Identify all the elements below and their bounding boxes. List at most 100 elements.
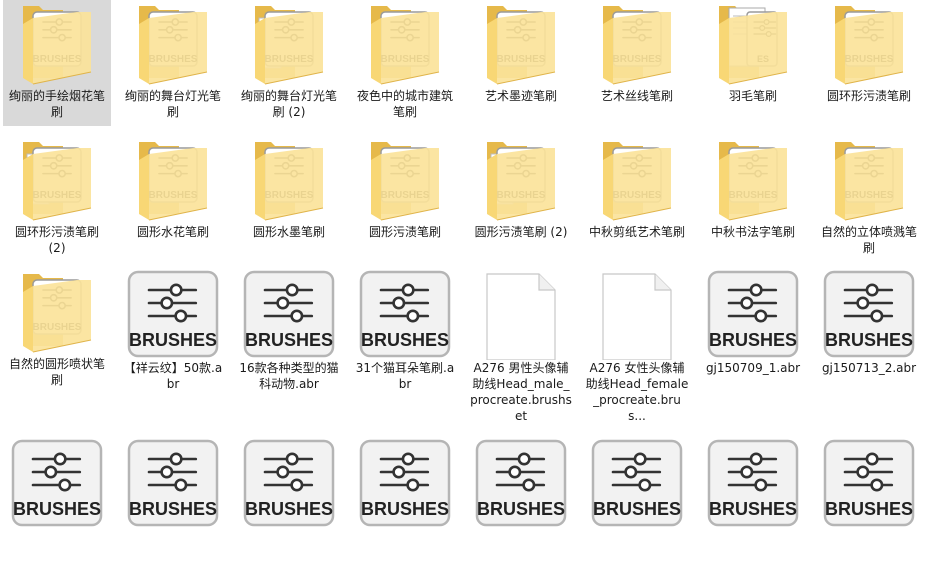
item-label: 16款各种类型的猫科动物.abr [239,361,339,391]
brushes-file-icon: BRUSHES [119,437,227,529]
item-label: 中秋剪纸艺术笔刷 [588,225,685,239]
file-item[interactable]: A276 女性头像辅助线Head_female_procreate.brus..… [583,268,691,423]
folder-item[interactable]: BRUSHES 绚丽的舞台灯光笔刷 (2) [235,0,343,126]
item-label: 羽毛笔刷 [728,89,777,103]
svg-text:BRUSHES: BRUSHES [477,499,565,519]
item-label: 绚丽的舞台灯光笔刷 (2) [240,89,337,119]
svg-text:BRUSHES: BRUSHES [245,499,333,519]
item-label: 圆环形污渍笔刷 [826,89,911,103]
svg-text:BRUSHES: BRUSHES [593,499,681,519]
item-label: 自然的圆形喷状笔刷 [8,357,105,387]
folder-item[interactable]: BRUSHES 绚丽的舞台灯光笔刷 [119,0,227,126]
folder-item[interactable]: BRUSHES 自然的圆形喷状笔刷 [3,268,111,394]
item-label: 【祥云纹】50款.abr [123,361,223,391]
brushes-file-icon: BRUSHES [235,268,343,360]
brushes-file-icon: BRUSHES [119,268,227,360]
folder-icon: BRUSHES [3,268,111,360]
folder-icon: BRUSHES [119,0,227,92]
svg-text:BRUSHES: BRUSHES [129,499,217,519]
brushes-file-icon: BRUSHES [699,437,807,529]
svg-text:BRUSHES: BRUSHES [129,330,217,350]
brushes-file-icon: BRUSHES [699,268,807,360]
svg-text:BRUSHES: BRUSHES [825,499,913,519]
svg-text:BRUSHES: BRUSHES [13,499,101,519]
item-label: 绚丽的手绘烟花笔刷 [8,89,105,119]
file-item[interactable]: BRUSHES 31个猫耳朵笔刷.abr [351,268,459,394]
svg-text:BRUSHES: BRUSHES [245,330,333,350]
folder-item[interactable]: BRUSHES 中秋书法字笔刷 [699,136,807,262]
item-label: 圆形污渍笔刷 (2) [474,225,568,239]
folder-item[interactable]: BRUSHES 艺术丝线笔刷 [583,0,691,126]
folder-icon: BRUSHES [3,0,111,92]
item-label: 31个猫耳朵笔刷.abr [355,361,455,391]
file-item[interactable]: BRUSHES [467,437,575,563]
file-item[interactable]: BRUSHES [3,437,111,563]
folder-item[interactable]: BRUSHES 圆形水花笔刷 [119,136,227,262]
file-item[interactable]: BRUSHES [583,437,691,563]
document-icon [583,268,691,360]
item-label: 夜色中的城市建筑笔刷 [356,89,453,119]
document-icon [467,268,575,360]
item-label: 绚丽的舞台灯光笔刷 [124,89,221,119]
brushes-file-icon: BRUSHES [235,437,343,529]
file-item[interactable]: BRUSHES gj150709_1.abr [699,268,807,394]
brushes-file-icon: BRUSHES [583,437,691,529]
brushes-file-icon: BRUSHES [3,437,111,529]
file-grid: BRUSHES 绚丽的手绘烟花笔刷 BRUSHES 绚丽的舞台灯光笔刷 BRUS… [0,0,928,535]
folder-item[interactable]: ES 羽毛笔刷 [699,0,807,126]
folder-icon: BRUSHES [235,136,343,228]
svg-text:BRUSHES: BRUSHES [709,499,797,519]
brushes-file-icon: BRUSHES [351,268,459,360]
folder-icon: BRUSHES [467,0,575,92]
folder-icon: BRUSHES [351,136,459,228]
item-label: 圆形水花笔刷 [136,225,209,239]
item-label: 圆形污渍笔刷 [368,225,441,239]
file-item[interactable]: BRUSHES [699,437,807,563]
brushes-file-icon: BRUSHES [815,268,923,360]
folder-item[interactable]: BRUSHES 圆环形污渍笔刷 [815,0,923,126]
folder-icon: BRUSHES [699,136,807,228]
folder-icon: BRUSHES [351,0,459,92]
item-label: 自然的立体喷溅笔刷 [820,225,917,255]
folder-item[interactable]: BRUSHES 绚丽的手绘烟花笔刷 [3,0,111,126]
folder-item[interactable]: BRUSHES 艺术墨迹笔刷 [467,0,575,126]
svg-text:BRUSHES: BRUSHES [709,330,797,350]
folder-item[interactable]: BRUSHES 自然的立体喷溅笔刷 [815,136,923,262]
folder-icon: BRUSHES [3,136,111,228]
item-label: 艺术墨迹笔刷 [484,89,557,103]
folder-item[interactable]: BRUSHES 中秋剪纸艺术笔刷 [583,136,691,262]
item-label: gj150713_2.abr [821,361,917,375]
folder-icon: BRUSHES [815,136,923,228]
folder-item[interactable]: BRUSHES 圆形污渍笔刷 [351,136,459,262]
folder-item[interactable]: BRUSHES 夜色中的城市建筑笔刷 [351,0,459,126]
folder-item[interactable]: BRUSHES 圆环形污渍笔刷 (2) [3,136,111,262]
folder-icon: BRUSHES [583,0,691,92]
folder-icon: BRUSHES [467,136,575,228]
folder-icon: ES [699,0,807,92]
folder-icon: BRUSHES [235,0,343,92]
file-item[interactable]: A276 男性头像辅助线Head_male_procreate.brushset [467,268,575,423]
brushes-file-icon: BRUSHES [351,437,459,529]
item-label: 圆环形污渍笔刷 (2) [14,225,99,255]
item-label: gj150709_1.abr [705,361,801,375]
file-item[interactable]: BRUSHES gj150713_2.abr [815,268,923,394]
brushes-file-icon: BRUSHES [467,437,575,529]
folder-item[interactable]: BRUSHES 圆形污渍笔刷 (2) [467,136,575,262]
brushes-file-icon: BRUSHES [815,437,923,529]
svg-text:BRUSHES: BRUSHES [361,499,449,519]
folder-icon: BRUSHES [815,0,923,92]
item-label: 圆形水墨笔刷 [252,225,325,239]
item-label: 中秋书法字笔刷 [710,225,795,239]
folder-icon: BRUSHES [583,136,691,228]
file-item[interactable]: BRUSHES [119,437,227,563]
file-item[interactable]: BRUSHES 【祥云纹】50款.abr [119,268,227,394]
file-item[interactable]: BRUSHES [351,437,459,563]
folder-item[interactable]: BRUSHES 圆形水墨笔刷 [235,136,343,262]
svg-text:BRUSHES: BRUSHES [361,330,449,350]
item-label: 艺术丝线笔刷 [600,89,673,103]
svg-text:BRUSHES: BRUSHES [825,330,913,350]
file-item[interactable]: BRUSHES [235,437,343,563]
item-label: A276 女性头像辅助线Head_female_procreate.brus..… [585,361,689,423]
file-item[interactable]: BRUSHES [815,437,923,563]
file-item[interactable]: BRUSHES 16款各种类型的猫科动物.abr [235,268,343,394]
